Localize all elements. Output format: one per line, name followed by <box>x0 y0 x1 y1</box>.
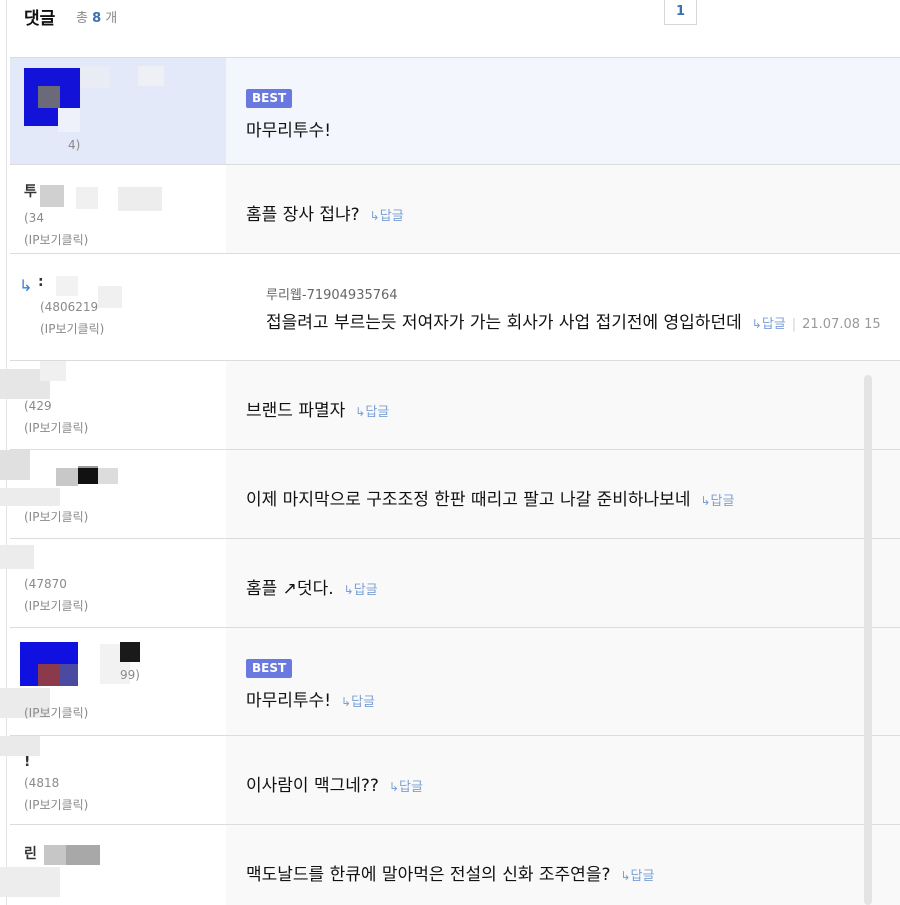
reply-arrow-icon: ↳ <box>341 695 352 709</box>
count-prefix: 총 <box>76 11 88 26</box>
user-number: (429 <box>24 399 52 413</box>
comment-row: (47870 (IP보기클릭) 홈플 ↗덧다. ↳답글 <box>0 538 900 627</box>
comment-user: 99) (IP보기클릭) <box>0 628 226 735</box>
best-badge: BEST <box>246 89 293 108</box>
user-name[interactable]: ! <box>24 754 30 770</box>
ip-view-link[interactable]: (IP보기클릭) <box>24 796 88 813</box>
user-number: (47870 <box>24 577 67 591</box>
comment-row: 린 맥도날드를 한큐에 말아먹은 전설의 신화 조주연을? ↳답글 <box>0 824 900 905</box>
comment-text: 홈플 장사 접냐? <box>246 205 360 225</box>
comment-user: (429 (IP보기클릭) <box>0 361 226 449</box>
user-name[interactable]: 투 <box>24 181 37 201</box>
comment-user: ↳ : (4806219 (IP보기클릭) <box>10 254 226 360</box>
reply-button[interactable]: ↳답글 <box>752 317 786 332</box>
user-number: 99) <box>120 668 140 682</box>
comment-content: 홈플 ↗덧다. ↳답글 <box>226 539 900 627</box>
reply-button[interactable]: ↳답글 <box>341 695 375 710</box>
scrollbar[interactable] <box>864 375 872 905</box>
comment-text: 이제 마지막으로 구조조정 한판 때리고 팔고 나갈 준비하나보네 <box>246 490 691 510</box>
comment-count: 총 8 개 <box>76 7 117 26</box>
comment-text: 맥도날드를 한큐에 말아먹은 전설의 신화 조주연을? <box>246 865 611 885</box>
comment-text-line: 이사람이 맥그네?? ↳답글 <box>246 771 423 796</box>
comment-user: ! (4818 (IP보기클릭) <box>0 736 226 824</box>
reply-button[interactable]: ↳답글 <box>355 405 389 420</box>
comment-text-line: 홈플 ↗덧다. ↳답글 <box>246 574 378 599</box>
reply-button[interactable]: ↳답글 <box>700 494 734 509</box>
reply-arrow-icon: ↳ <box>700 494 711 508</box>
user-number: (4818 <box>24 776 60 790</box>
ip-view-link[interactable]: (IP보기클릭) <box>24 419 88 436</box>
reply-button[interactable]: ↳답글 <box>370 209 404 224</box>
comment-date: 21.07.08 15 <box>802 317 881 332</box>
comment-text: 마무리투수! <box>246 121 332 141</box>
reply-button[interactable]: ↳답글 <box>344 583 378 598</box>
reply-arrow-icon: ↳ <box>369 209 380 223</box>
reply-indent-icon: ↳ <box>19 276 33 295</box>
comment-text-line: 홈플 장사 접냐? ↳답글 <box>246 200 404 225</box>
comment-content: 루리웹-71904935764 접을려고 부르는듯 저여자가 가는 회사가 사업… <box>226 254 900 360</box>
comment-row-reply: ↳ : (4806219 (IP보기클릭) 루리웹-71904935764 접을… <box>10 253 900 360</box>
comment-user: 4) <box>10 58 226 164</box>
reply-button[interactable]: ↳답글 <box>389 780 423 795</box>
comment-text-line: 이제 마지막으로 구조조정 한판 때리고 팔고 나갈 준비하나보네 ↳답글 <box>246 485 734 510</box>
comment-content: BEST 마무리투수! ↳답글 <box>226 628 900 735</box>
comment-content: BEST 마무리투수! <box>226 58 900 164</box>
comment-user: 투 (34 (IP보기클릭) <box>10 165 226 253</box>
comment-text-line: 마무리투수! ↳답글 <box>246 686 375 711</box>
ip-view-link[interactable]: (IP보기클릭) <box>24 704 88 721</box>
comment-text: 홈플 ↗덧다. <box>246 579 334 599</box>
comment-text-line: 접을려고 부르는듯 저여자가 가는 회사가 사업 접기전에 영입하던데 ↳답글 | 2… <box>266 308 881 333</box>
comment-row: 투 (34 (IP보기클릭) 홈플 장사 접냐? ↳답글 <box>10 164 900 253</box>
reply-arrow-icon: ↳ <box>388 780 399 794</box>
comment-row: ! (4818 (IP보기클릭) 이사람이 맥그네?? ↳답글 <box>0 735 900 824</box>
page-1-button[interactable]: 1 <box>664 0 697 25</box>
comment-row: (IP보기클릭) 이제 마지막으로 구조조정 한판 때리고 팔고 나갈 준비하나… <box>0 449 900 538</box>
reply-writer[interactable]: 루리웹-71904935764 <box>266 284 398 303</box>
reply-arrow-icon: ↳ <box>343 583 354 597</box>
best-badge: BEST <box>246 659 293 678</box>
comments-title: 댓글 <box>24 9 56 29</box>
comment-content: 브랜드 파멸자 ↳답글 <box>226 361 900 449</box>
ip-view-link[interactable]: (IP보기클릭) <box>40 320 104 337</box>
comment-text: 브랜드 파멸자 <box>246 401 346 421</box>
reply-arrow-icon: ↳ <box>355 405 366 419</box>
comment-row: 4) BEST 마무리투수! <box>10 57 900 164</box>
comments-header: 댓글 총 8 개 1 <box>0 0 900 57</box>
user-name[interactable]: 린 <box>24 843 37 863</box>
comment-content: 맥도날드를 한큐에 말아먹은 전설의 신화 조주연을? ↳답글 <box>226 825 900 905</box>
reply-button[interactable]: ↳답글 <box>620 869 654 884</box>
reply-arrow-icon: ↳ <box>751 317 762 331</box>
comment-user: (IP보기클릭) <box>0 450 226 538</box>
user-name[interactable]: : <box>38 274 44 290</box>
comment-text: 마무리투수! <box>246 691 332 711</box>
reply-arrow-icon: ↳ <box>620 869 631 883</box>
comment-text: 접을려고 부르는듯 저여자가 가는 회사가 사업 접기전에 영입하던데 <box>266 313 742 333</box>
comment-content: 이제 마지막으로 구조조정 한판 때리고 팔고 나갈 준비하나보네 ↳답글 <box>226 450 900 538</box>
count-value: 8 <box>92 11 102 26</box>
comment-row: (429 (IP보기클릭) 브랜드 파멸자 ↳답글 <box>0 360 900 449</box>
comment-text-line: 맥도날드를 한큐에 말아먹은 전설의 신화 조주연을? ↳답글 <box>246 860 654 885</box>
user-number: (34 <box>24 211 44 225</box>
comment-text: 이사람이 맥그네?? <box>246 776 379 796</box>
comment-content: 이사람이 맥그네?? ↳답글 <box>226 736 900 824</box>
comment-user: 린 <box>0 825 226 905</box>
comment-user: (47870 (IP보기클릭) <box>0 539 226 627</box>
ip-view-link[interactable]: (IP보기클릭) <box>24 508 88 525</box>
count-suffix: 개 <box>105 11 118 26</box>
comment-content: 홈플 장사 접냐? ↳답글 <box>226 165 900 253</box>
comment-text-line: 브랜드 파멸자 ↳답글 <box>246 396 389 421</box>
ip-view-link[interactable]: (IP보기클릭) <box>24 231 88 248</box>
separator: | <box>791 317 797 332</box>
ip-view-link[interactable]: (IP보기클릭) <box>24 597 88 614</box>
user-number: 4) <box>68 138 81 152</box>
comment-row: 99) (IP보기클릭) BEST 마무리투수! ↳답글 <box>0 627 900 735</box>
user-number: (4806219 <box>40 300 99 314</box>
